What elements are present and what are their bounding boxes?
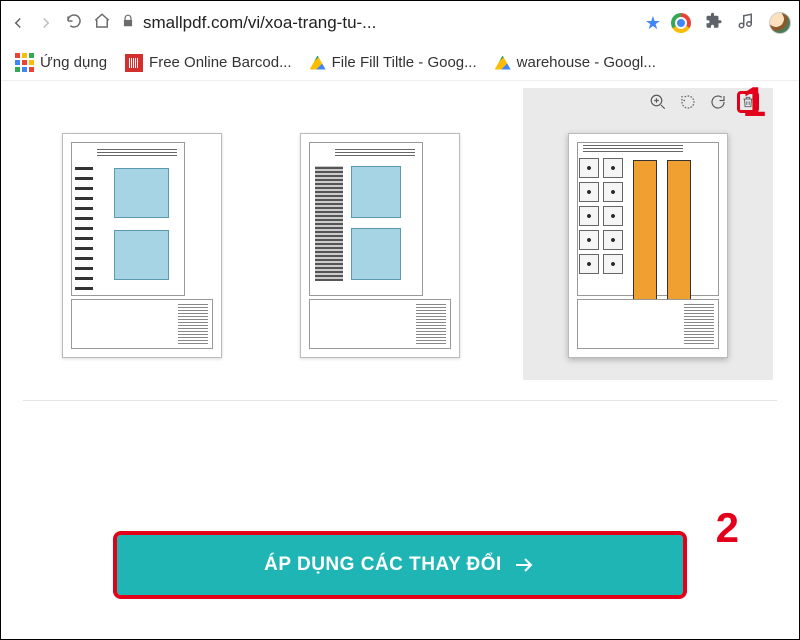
extension-area xyxy=(671,12,791,35)
page-content: ÁP DỤNG CÁC THAY ĐỔI xyxy=(1,81,799,639)
bookmark-star-icon[interactable]: ★ xyxy=(645,13,661,34)
profile-avatar[interactable] xyxy=(769,12,791,34)
apps-icon xyxy=(15,53,34,72)
bookmark-barcode[interactable]: Free Online Barcod... xyxy=(125,54,292,72)
media-icon[interactable] xyxy=(737,12,755,35)
annotation-step-1: 1 xyxy=(743,81,766,123)
browser-toolbar: smallpdf.com/vi/xoa-trang-tu-... ★ xyxy=(1,1,799,45)
thumbnails-area xyxy=(23,81,777,401)
rotate-left-icon[interactable] xyxy=(677,91,699,113)
rotate-right-icon[interactable] xyxy=(707,91,729,113)
lock-icon xyxy=(121,13,135,33)
drive-icon xyxy=(310,56,326,70)
home-button[interactable] xyxy=(93,12,111,35)
apply-button-label: ÁP DỤNG CÁC THAY ĐỔI xyxy=(264,554,502,576)
arrow-right-icon xyxy=(512,553,536,577)
apps-label: Ứng dụng xyxy=(40,54,107,71)
url-text: smallpdf.com/vi/xoa-trang-tu-... xyxy=(143,13,376,33)
extensions-icon[interactable] xyxy=(705,12,723,35)
apps-shortcut[interactable]: Ứng dụng xyxy=(15,53,107,72)
barcode-icon xyxy=(125,54,143,72)
back-button[interactable] xyxy=(9,14,27,32)
bookmark-warehouse[interactable]: warehouse - Googl... xyxy=(495,54,656,71)
apply-button-highlight: ÁP DỤNG CÁC THAY ĐỔI xyxy=(113,531,687,599)
reload-button[interactable] xyxy=(65,12,83,35)
page-thumbnail-3-selected[interactable] xyxy=(523,88,773,380)
drive-icon xyxy=(495,56,511,70)
page-thumbnail-2[interactable] xyxy=(285,113,475,380)
bookmark-filefill[interactable]: File Fill Tiltle - Goog... xyxy=(310,54,477,71)
google-icon[interactable] xyxy=(671,13,691,33)
annotation-step-2: 2 xyxy=(716,507,739,549)
forward-button[interactable] xyxy=(37,14,55,32)
bookmark-barcode-label: Free Online Barcod... xyxy=(149,54,292,71)
page-thumbnail-1[interactable] xyxy=(47,113,237,380)
bookmark-warehouse-label: warehouse - Googl... xyxy=(517,54,656,71)
bookmarks-bar: Ứng dụng Free Online Barcod... File Fill… xyxy=(1,45,799,81)
apply-changes-button[interactable]: ÁP DỤNG CÁC THAY ĐỔI xyxy=(117,535,683,595)
apply-area: ÁP DỤNG CÁC THAY ĐỔI xyxy=(23,401,777,639)
address-bar[interactable]: smallpdf.com/vi/xoa-trang-tu-... xyxy=(121,13,635,33)
bookmark-filefill-label: File Fill Tiltle - Goog... xyxy=(332,54,477,71)
zoom-in-icon[interactable] xyxy=(647,91,669,113)
